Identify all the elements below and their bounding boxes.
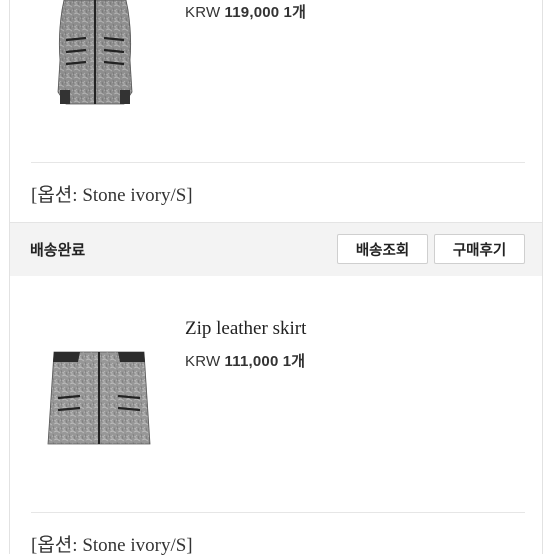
order-2-amount: 111,000 <box>224 353 279 370</box>
order-1-quantity: 1개 <box>283 4 307 21</box>
divider <box>31 162 525 163</box>
order-2-quantity: 1개 <box>282 353 306 370</box>
page-right-border <box>542 0 543 554</box>
order-2-option: [옵션: Stone ivory/S] <box>31 535 193 556</box>
write-review-button[interactable]: 구매후기 <box>434 234 525 264</box>
leather-skirt-product-image[interactable] <box>36 338 162 454</box>
divider <box>31 512 525 513</box>
order-1-option: [옵션: Stone ivory/S] <box>31 185 193 206</box>
order-1-amount: 119,000 <box>224 4 280 21</box>
delivery-status-label: 배송완료 <box>30 241 86 259</box>
track-delivery-button[interactable]: 배송조회 <box>337 234 428 264</box>
leather-vest-product-image[interactable] <box>40 0 150 116</box>
delivery-status-bar: 배송완료 배송조회 구매후기 <box>10 222 542 278</box>
order-2-product-name[interactable]: Zip leather skirt <box>185 318 306 340</box>
order-1-price: KRW 119,000 1개 <box>185 4 307 21</box>
order-2-price: KRW 111,000 1개 <box>185 353 306 370</box>
